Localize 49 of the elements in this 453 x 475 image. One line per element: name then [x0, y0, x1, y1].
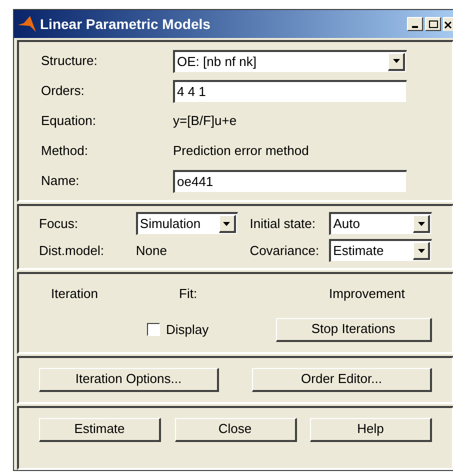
checkbox[interactable]	[147, 323, 160, 336]
field-label: Structure:	[41, 52, 98, 70]
field-label: Covariance:	[250, 242, 320, 260]
push-button[interactable]: Estimate	[39, 418, 161, 442]
column-header: Improvement	[329, 285, 405, 303]
maximize-button[interactable]	[425, 17, 441, 31]
maximize-icon	[428, 20, 438, 28]
close-button[interactable]	[443, 17, 453, 31]
dropdown-arrow-button[interactable]	[413, 242, 430, 260]
dropdown-value: OE: [nb nf nk]	[176, 52, 258, 71]
caret-icon	[223, 222, 230, 226]
field-value: y=[B/F]u+e	[173, 112, 237, 130]
push-button[interactable]: Close	[174, 418, 296, 442]
push-button[interactable]: Iteration Options...	[39, 368, 219, 392]
dropdown-arrow-button[interactable]	[218, 215, 236, 233]
field-value: Prediction error method	[173, 142, 309, 160]
dropdown-value: Simulation	[138, 215, 202, 233]
dropdown-arrow-button[interactable]	[388, 52, 405, 70]
caret-icon	[392, 59, 400, 63]
field-label: Orders:	[41, 82, 86, 100]
push-button[interactable]: Stop Iterations	[276, 318, 432, 342]
field-label: Initial state:	[250, 214, 317, 233]
dropdown-value: Auto	[332, 215, 361, 233]
field-label: Focus:	[39, 214, 80, 233]
column-header: Iteration	[50, 285, 99, 303]
input-field[interactable]: oe441	[173, 170, 407, 192]
checkbox-label: Display	[166, 320, 209, 339]
minimize-icon	[412, 26, 418, 28]
push-button[interactable]: Help	[310, 418, 432, 442]
dropdown-arrow-button[interactable]	[413, 215, 430, 233]
close-icon	[444, 20, 452, 28]
minimize-button[interactable]	[407, 17, 423, 31]
covariance-dropdown[interactable]: Estimate	[329, 239, 432, 262]
caret-icon	[418, 248, 424, 252]
column-header: Fit:	[179, 285, 198, 303]
field-label: Equation:	[41, 112, 97, 130]
field-value: None	[136, 242, 168, 260]
dropdown-value: Estimate	[332, 242, 385, 260]
app-logo-icon	[18, 16, 36, 32]
focus-dropdown[interactable]: Simulation	[136, 212, 238, 235]
structure-dropdown[interactable]: OE: [nb nf nk]	[173, 50, 407, 72]
field-label: Method:	[41, 142, 89, 160]
field-label: Name:	[41, 172, 80, 190]
push-button[interactable]: Order Editor...	[252, 368, 432, 392]
caret-icon	[418, 222, 425, 226]
initial-state-dropdown[interactable]: Auto	[329, 212, 432, 235]
window-title: Linear Parametric Models	[40, 14, 212, 34]
field-label: Dist.model:	[39, 242, 106, 260]
input-field[interactable]: 4 4 1	[173, 80, 407, 102]
